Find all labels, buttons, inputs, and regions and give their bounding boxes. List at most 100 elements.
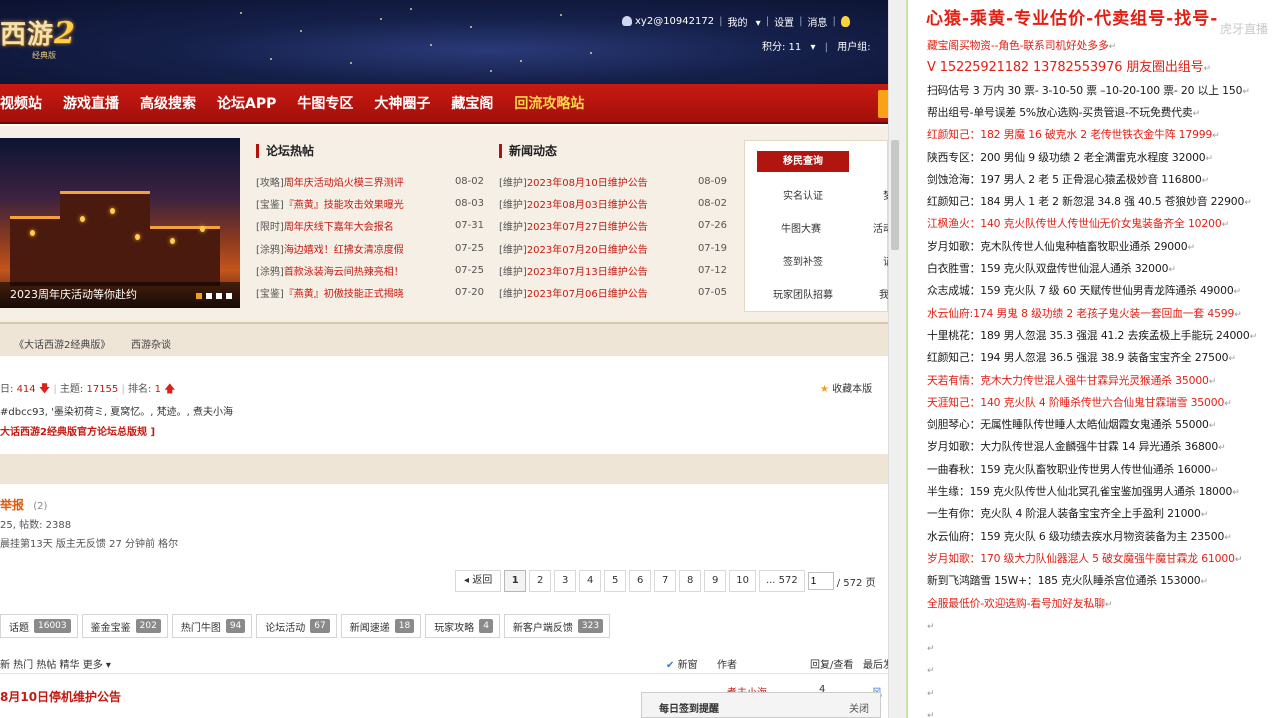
scrollbar-thumb[interactable] <box>891 140 899 250</box>
post-title[interactable]: 周年庆活动焰火模三界测评 <box>284 174 449 189</box>
type-tab[interactable]: 新闻速递 18 <box>340 614 422 638</box>
type-tab[interactable]: 鉴金宝鉴 202 <box>81 614 168 638</box>
pager-last-page[interactable]: ... 572 <box>758 570 805 592</box>
post-title[interactable]: 2023年07月27日维护公告 <box>527 218 692 233</box>
pager-page[interactable]: 4 <box>579 570 602 592</box>
list-item[interactable]: [维护] 2023年08月03日维护公告 08-02 <box>499 192 727 214</box>
picture-contest-link[interactable]: 牛图大赛 <box>781 220 821 235</box>
board-rules-link[interactable]: 大话西游2经典版官方论坛总版规 ] <box>0 423 155 438</box>
post-tag: [涂鸦] <box>256 244 284 256</box>
nav-advanced-search[interactable]: 高级搜索 <box>140 93 196 113</box>
popup-close-button[interactable]: 关闭 <box>849 700 869 715</box>
points-menu[interactable]: 积分: 11 ▾ <box>762 42 815 53</box>
game-logo[interactable]: 西游2 <box>0 14 76 51</box>
doc-line: 藏宝阁买物资--角色-联系司机好处多多↵ <box>927 38 1116 55</box>
messages-link[interactable]: 消息 <box>807 14 827 29</box>
pager-page[interactable]: 9 <box>704 570 727 592</box>
pager-page[interactable]: 10 <box>729 570 756 592</box>
pager-page[interactable]: 2 <box>529 570 552 592</box>
promo-image[interactable]: 2023周年庆活动等你赴约 <box>0 138 240 308</box>
type-tab[interactable]: 新客户端反馈 323 <box>503 614 611 638</box>
post-title[interactable]: 2023年07月20日维护公告 <box>527 241 692 256</box>
page-number-input[interactable] <box>807 572 834 590</box>
nav-return-guide[interactable]: 回流攻略站 <box>514 93 584 113</box>
carousel-dot[interactable] <box>216 293 222 299</box>
type-tab[interactable]: 话题 16003 <box>0 614 78 638</box>
post-title[interactable]: 『燕黄』初傲技能正式揭晓 <box>284 285 449 300</box>
post-title[interactable]: 2023年07月06日维护公告 <box>527 285 692 300</box>
nav-live[interactable]: 游戏直播 <box>63 93 119 113</box>
list-item[interactable]: [维护] 2023年07月13日维护公告 07-12 <box>499 259 727 281</box>
post-title[interactable]: 2023年07月13日维护公告 <box>527 263 692 278</box>
pager-page[interactable]: 5 <box>604 570 627 592</box>
doc-title: 心猿-乘黄-专业估价-代卖组号-找号- <box>926 9 1219 29</box>
nav-corner-tab[interactable] <box>878 90 888 118</box>
pager-back-button[interactable]: ◂ 返回 <box>455 570 502 592</box>
notification-bulb-icon[interactable] <box>840 15 850 27</box>
favorite-button[interactable]: ★ 收藏本版 <box>820 380 872 395</box>
list-item[interactable]: [维护] 2023年08月10日维护公告 08-09 <box>499 170 727 192</box>
up-arrow-icon: 🡅 <box>164 382 176 395</box>
nav-pictures[interactable]: 牛图专区 <box>297 93 353 113</box>
post-title[interactable]: 周年庆线下嘉年大会报名 <box>284 218 449 233</box>
empty-paragraph: ↵ <box>927 707 935 718</box>
pager-page[interactable]: 6 <box>629 570 652 592</box>
carousel-dot[interactable] <box>206 293 212 299</box>
post-title[interactable]: 海边嬉戏！红拂女清凉度假 <box>284 241 449 256</box>
type-tab[interactable]: 玩家攻略 4 <box>425 614 500 638</box>
post-date: 08-09 <box>697 175 727 187</box>
pager-page[interactable]: 1 <box>504 570 527 592</box>
thread-title[interactable]: 8月10日停机维护公告 <box>0 688 121 705</box>
post-title[interactable]: 2023年08月10日维护公告 <box>527 174 692 189</box>
list-item[interactable]: [宝鉴] 『燕黄』技能攻击效果曝光 08-03 <box>256 192 484 214</box>
paragraph-mark-icon: ↵ <box>1218 443 1226 454</box>
list-item[interactable]: [维护] 2023年07月20日维护公告 07-19 <box>499 237 727 259</box>
forum-scrollbar[interactable] <box>888 0 901 718</box>
list-item[interactable]: [攻略] 周年庆活动焰火模三界测评 08-02 <box>256 170 484 192</box>
side-link-cut[interactable]: 活动 <box>873 220 888 235</box>
pager-page[interactable]: 3 <box>554 570 577 592</box>
pager-page[interactable]: 8 <box>679 570 702 592</box>
nav-circles[interactable]: 大神圈子 <box>374 93 430 113</box>
nav-forum-app[interactable]: 论坛APP <box>217 93 276 113</box>
paragraph-mark-icon: ↵ <box>927 688 935 699</box>
carousel-dot[interactable] <box>196 293 202 299</box>
team-recruit-link[interactable]: 玩家团队招募 <box>773 286 833 301</box>
settings-link[interactable]: 设置 <box>774 14 794 29</box>
crumb-board[interactable]: 《大话西游2经典版》 <box>14 336 110 351</box>
type-tab-label: 话题 <box>9 622 29 634</box>
post-tag: [限时] <box>256 222 284 234</box>
post-title[interactable]: 『燕黄』技能攻击效果曝光 <box>284 196 449 211</box>
subboard-name[interactable]: 举报 <box>0 498 24 512</box>
subboard-latest[interactable]: 晨挂第13天 版主无反馈 27 分钟前 格尔 <box>0 535 178 550</box>
new-window-toggle[interactable]: ✔ 新窗 <box>666 656 698 671</box>
type-tab-label: 鉴金宝鉴 <box>90 622 131 634</box>
list-item[interactable]: [涂鸦] 首款泳装海云间热辣亮相！ 07-25 <box>256 259 484 281</box>
nav-video-site[interactable]: 视频站 <box>0 93 42 113</box>
side-link-cut[interactable]: 我的 <box>879 286 888 301</box>
crumb-subboard[interactable]: 西游杂谈 <box>131 336 171 351</box>
down-arrow-icon: 🡇 <box>38 382 51 395</box>
pager-page[interactable]: 7 <box>654 570 677 592</box>
post-title[interactable]: 2023年08月03日维护公告 <box>527 196 692 211</box>
migrate-query-button[interactable]: 移民查询 <box>757 151 849 172</box>
nav-treasure-pavilion[interactable]: 藏宝阁 <box>451 93 493 113</box>
subboard-count: (2) <box>33 501 48 512</box>
username[interactable]: xy2@10942172 <box>635 16 714 27</box>
list-filters[interactable]: 新 热门 热帖 精华 更多 ▾ <box>0 656 111 671</box>
carousel-dot[interactable] <box>226 293 232 299</box>
type-tab[interactable]: 热门牛图 94 <box>171 614 253 638</box>
list-item[interactable]: [维护] 2023年07月27日维护公告 07-26 <box>499 215 727 237</box>
real-name-link[interactable]: 实名认证 <box>783 187 823 202</box>
list-item[interactable]: [宝鉴] 『燕黄』初傲技能正式揭晓 07-20 <box>256 281 484 303</box>
doc-line-text: 红颜知己：184 男人 1 老 2 新忽混 34.8 强 40.5 苍狼妙音 2… <box>927 195 1245 209</box>
list-item[interactable]: [涂鸦] 海边嬉戏！红拂女清凉度假 07-25 <box>256 237 484 259</box>
post-title[interactable]: 首款泳装海云间热辣亮相！ <box>284 263 449 278</box>
paragraph-mark-icon: ↵ <box>1168 265 1176 275</box>
type-tab[interactable]: 论坛活动 67 <box>256 614 337 638</box>
list-item[interactable]: [维护] 2023年07月06日维护公告 07-05 <box>499 281 727 303</box>
sign-in-fix-link[interactable]: 签到补签 <box>783 253 823 268</box>
my-menu[interactable]: 我的 ▾ <box>727 14 760 29</box>
list-item[interactable]: [限时] 周年庆线下嘉年大会报名 07-31 <box>256 215 484 237</box>
carousel-dots[interactable] <box>192 293 232 299</box>
